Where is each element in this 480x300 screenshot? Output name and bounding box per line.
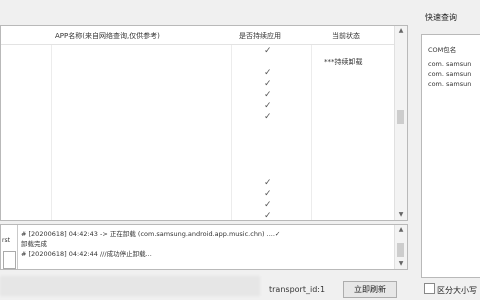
case-sensitive-option[interactable]: 区分大小写: [424, 283, 477, 296]
refresh-now-button[interactable]: 立即刷新: [343, 281, 397, 298]
quick-query-box[interactable]: COM包名 com. samsun com. samsun com. samsu…: [421, 34, 480, 278]
quick-query-title: 快速查询: [425, 13, 457, 22]
scroll-up-arrow-icon[interactable]: ▲: [395, 225, 407, 235]
app-list-row[interactable]: ✓: [1, 79, 395, 90]
system-app-check-icon: ✓: [264, 112, 272, 122]
log-left-fragment: rst: [2, 237, 10, 244]
system-app-check-icon: ✓: [264, 189, 272, 199]
scrollbar-thumb[interactable]: [397, 243, 404, 257]
system-app-check-icon: ✓: [264, 101, 272, 111]
header-app-name[interactable]: APP名称(来自网络查询,仅供参考): [55, 31, 160, 41]
app-list-row[interactable]: [1, 123, 395, 134]
system-app-check-icon: ✓: [264, 46, 272, 56]
system-app-check-icon: ✓: [264, 211, 272, 221]
status-text: ***持续卸载: [324, 58, 363, 66]
app-list-header: APP名称(来自网络查询,仅供参考) 是否持续应用 当前状态: [1, 26, 395, 45]
log-line: # [20200618] 04:42:43 -> 正在卸载 (com.samsu…: [21, 230, 281, 238]
app-list-row[interactable]: ✓: [1, 112, 395, 123]
quick-query-item[interactable]: com. samsun: [428, 80, 471, 88]
log-line: # [20200618] 04:42:44 ///成功停止卸载...: [21, 250, 152, 258]
quick-query-header: COM包名: [428, 46, 457, 54]
system-app-check-icon: ✓: [264, 90, 272, 100]
quick-query-item[interactable]: com. samsun: [428, 60, 471, 68]
app-list-scrollbar[interactable]: ▲ ▼: [394, 26, 407, 220]
scroll-up-arrow-icon[interactable]: ▲: [395, 26, 407, 36]
app-list-row[interactable]: ✓: [1, 189, 395, 200]
app-list-row[interactable]: ✓: [1, 211, 395, 222]
app-list-row[interactable]: ***持续卸载: [1, 57, 395, 68]
scroll-down-arrow-icon[interactable]: ▼: [395, 210, 407, 220]
app-list-row[interactable]: ✓: [1, 101, 395, 112]
system-app-check-icon: ✓: [264, 79, 272, 89]
transport-id-label: transport_id:1: [269, 285, 326, 294]
scroll-down-arrow-icon[interactable]: ▼: [395, 259, 407, 269]
app-list-row[interactable]: [1, 167, 395, 178]
blurred-status-area: [0, 276, 260, 296]
log-left-field[interactable]: [3, 251, 16, 269]
scrollbar-thumb[interactable]: [397, 110, 404, 124]
app-list-row[interactable]: ✓: [1, 46, 395, 57]
log-line: 卸载完成: [21, 240, 47, 248]
log-left-column: rst: [1, 225, 18, 269]
header-current-status[interactable]: 当前状态: [332, 31, 360, 41]
system-app-check-icon: ✓: [264, 68, 272, 78]
app-list-row[interactable]: [1, 134, 395, 145]
app-list-row[interactable]: ✓: [1, 200, 395, 211]
app-list-row[interactable]: [1, 156, 395, 167]
case-sensitive-checkbox[interactable]: [424, 283, 435, 294]
system-app-check-icon: ✓: [264, 178, 272, 188]
app-list-row[interactable]: [1, 145, 395, 156]
log-panel: rst # [20200618] 04:42:43 -> 正在卸载 (com.s…: [0, 224, 408, 270]
app-list-panel[interactable]: APP名称(来自网络查询,仅供参考) 是否持续应用 当前状态 ✓ ***持续卸载 ✓…: [0, 25, 408, 221]
quick-query-item[interactable]: com. samsun: [428, 70, 471, 78]
log-scrollbar[interactable]: ▲ ▼: [394, 225, 407, 269]
app-list-row[interactable]: ✓: [1, 90, 395, 101]
app-list-row[interactable]: ✓: [1, 68, 395, 79]
case-sensitive-label: 区分大小写: [437, 286, 477, 295]
system-app-check-icon: ✓: [264, 200, 272, 210]
header-is-system-app[interactable]: 是否持续应用: [239, 31, 281, 41]
app-list-row[interactable]: ✓: [1, 178, 395, 189]
